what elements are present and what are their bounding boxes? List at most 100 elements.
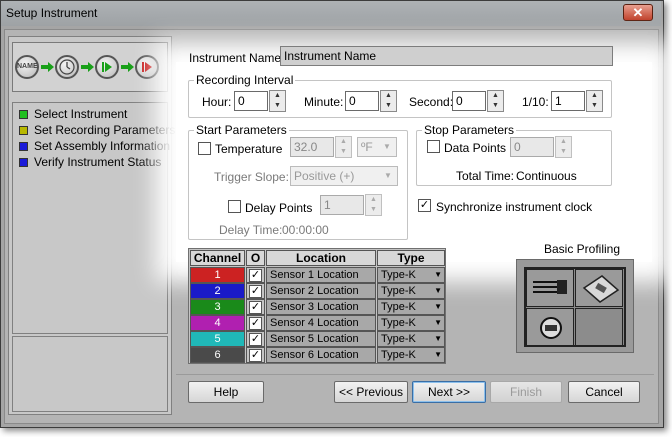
previous-button[interactable]: << Previous: [334, 381, 408, 403]
channel-6-enabled-checkbox[interactable]: ✓: [249, 349, 262, 362]
tenth-second-label: 1/10:: [522, 95, 549, 109]
chevron-down-icon: ▼: [434, 286, 442, 295]
step-verify-instrument-status[interactable]: Verify Instrument Status: [19, 155, 161, 170]
left-info-panel: [12, 336, 168, 412]
delay-points-label: Delay Points: [245, 201, 313, 215]
tenth-second-input[interactable]: 1: [551, 91, 585, 111]
channel-1-enabled-cell: ✓: [246, 267, 265, 283]
channel-6-type-dropdown[interactable]: Type-K ▼: [377, 347, 445, 363]
arrow-right-icon: [41, 62, 54, 72]
delay-points-input[interactable]: 1: [320, 195, 364, 215]
channel-cell-4[interactable]: 4: [190, 315, 245, 331]
minute-label: Minute:: [304, 95, 344, 109]
temperature-unit-dropdown[interactable]: ºF ▼: [357, 137, 397, 157]
channel-table: Channel O Location Type 1 ✓ Sensor 1 Loc…: [188, 248, 446, 364]
instrument-device-icon[interactable]: [575, 269, 623, 307]
data-points-checkbox[interactable]: [427, 140, 440, 153]
wizard-steps-list: Select Instrument Set Recording Paramete…: [12, 102, 175, 334]
finish-button[interactable]: Finish: [490, 381, 562, 403]
delay-points-checkbox[interactable]: [228, 200, 241, 213]
second-input[interactable]: 0: [452, 91, 486, 111]
record-icon: [135, 55, 159, 79]
temperature-input[interactable]: 32.0: [290, 137, 334, 157]
chevron-down-icon: ▼: [434, 318, 442, 327]
trigger-slope-label: Trigger Slope:: [214, 170, 289, 184]
channel-cell-3[interactable]: 3: [190, 299, 245, 315]
channel-1-type-dropdown[interactable]: Type-K ▼: [377, 267, 445, 283]
instrument-name-label: Instrument Name:: [189, 51, 285, 65]
step-set-recording-parameters[interactable]: Set Recording Parameters: [19, 123, 175, 138]
channel-5-type-dropdown[interactable]: Type-K ▼: [377, 331, 445, 347]
tenth-second-spinner[interactable]: ▲ ▼: [586, 90, 603, 112]
basic-profiling-label: Basic Profiling: [544, 242, 621, 256]
channel-2-location[interactable]: Sensor 2 Location: [266, 283, 376, 299]
channel-6-location[interactable]: Sensor 6 Location: [266, 347, 376, 363]
cancel-button[interactable]: Cancel: [568, 381, 640, 403]
channel-5-enabled-checkbox[interactable]: ✓: [249, 333, 262, 346]
title-bar[interactable]: [1, 1, 661, 26]
channel-4-type-dropdown[interactable]: Type-K ▼: [377, 315, 445, 331]
hour-input[interactable]: 0: [234, 91, 268, 111]
channel-3-location[interactable]: Sensor 3 Location: [266, 299, 376, 315]
temperature-label: Temperature: [215, 142, 283, 156]
channel-4-enabled-checkbox[interactable]: ✓: [249, 317, 262, 330]
hour-spinner[interactable]: ▲ ▼: [269, 90, 286, 112]
stop-parameters-legend: Stop Parameters: [422, 123, 517, 137]
step-set-assembly-information[interactable]: Set Assembly Information: [19, 139, 170, 154]
step-select-instrument[interactable]: Select Instrument: [19, 107, 127, 122]
channel-1-enabled-checkbox[interactable]: ✓: [249, 269, 262, 282]
channel-1-location[interactable]: Sensor 1 Location: [266, 267, 376, 283]
channel-cell-5[interactable]: 5: [190, 331, 245, 347]
sync-clock-checkbox[interactable]: ✓: [418, 199, 431, 212]
trigger-slope-dropdown[interactable]: Positive (+) ▼: [290, 166, 398, 186]
minute-spinner[interactable]: ▲ ▼: [380, 90, 397, 112]
channel-4-location[interactable]: Sensor 4 Location: [266, 315, 376, 331]
recording-interval-legend: Recording Interval: [194, 73, 296, 87]
channel-5-location[interactable]: Sensor 5 Location: [266, 331, 376, 347]
clock-icon: [55, 55, 79, 79]
window-title: Setup Instrument: [6, 6, 98, 20]
chevron-down-icon: ▼: [434, 334, 442, 343]
temperature-spinner[interactable]: ▲ ▼: [335, 136, 352, 158]
data-points-input[interactable]: 0: [510, 137, 554, 157]
channel-2-type-dropdown[interactable]: Type-K ▼: [377, 283, 445, 299]
next-button[interactable]: Next >>: [412, 381, 486, 403]
location-column-header: Location: [266, 250, 376, 266]
chevron-down-icon: ▼: [383, 142, 391, 151]
data-points-label: Data Points: [444, 141, 507, 155]
channel-6-enabled-cell: ✓: [246, 347, 265, 363]
type-column-header: Type: [377, 250, 445, 266]
data-points-spinner[interactable]: ▲ ▼: [555, 136, 572, 158]
channel-cell-2[interactable]: 2: [190, 283, 245, 299]
chevron-down-icon: ▼: [434, 270, 442, 279]
chevron-down-icon: ▼: [434, 302, 442, 311]
name-circle-icon: NAME: [15, 55, 39, 79]
play-icon: [95, 55, 119, 79]
step-status-square: [19, 142, 28, 151]
chevron-down-icon: ▼: [384, 171, 392, 180]
sync-clock-label: Synchronize instrument clock: [436, 200, 593, 214]
channel-5-enabled-cell: ✓: [246, 331, 265, 347]
channel-3-type-dropdown[interactable]: Type-K ▼: [377, 299, 445, 315]
wizard-flow-graphic: NAME: [12, 42, 168, 92]
close-button[interactable]: ✕: [623, 4, 653, 21]
second-spinner[interactable]: ▲ ▼: [487, 90, 504, 112]
probes-icon[interactable]: [526, 269, 574, 307]
step-status-square: [19, 110, 28, 119]
help-button[interactable]: Help: [188, 381, 264, 403]
channel-column-header: Channel: [190, 250, 245, 266]
step-status-square: [19, 158, 28, 167]
instrument-name-field[interactable]: Instrument Name: [280, 46, 613, 66]
channel-cell-1[interactable]: 1: [190, 267, 245, 283]
delay-time-value: 00:00:00: [282, 223, 329, 237]
channel-cell-6[interactable]: 6: [190, 347, 245, 363]
channel-3-enabled-cell: ✓: [246, 299, 265, 315]
temperature-checkbox[interactable]: [198, 142, 211, 155]
channel-3-enabled-checkbox[interactable]: ✓: [249, 301, 262, 314]
logger-disc-icon[interactable]: [526, 308, 574, 346]
channel-2-enabled-checkbox[interactable]: ✓: [249, 285, 262, 298]
delay-points-spinner[interactable]: ▲ ▼: [365, 194, 382, 216]
empty-profile-slot: [575, 308, 623, 346]
delay-time-label: Delay Time:: [219, 223, 283, 237]
minute-input[interactable]: 0: [345, 91, 379, 111]
